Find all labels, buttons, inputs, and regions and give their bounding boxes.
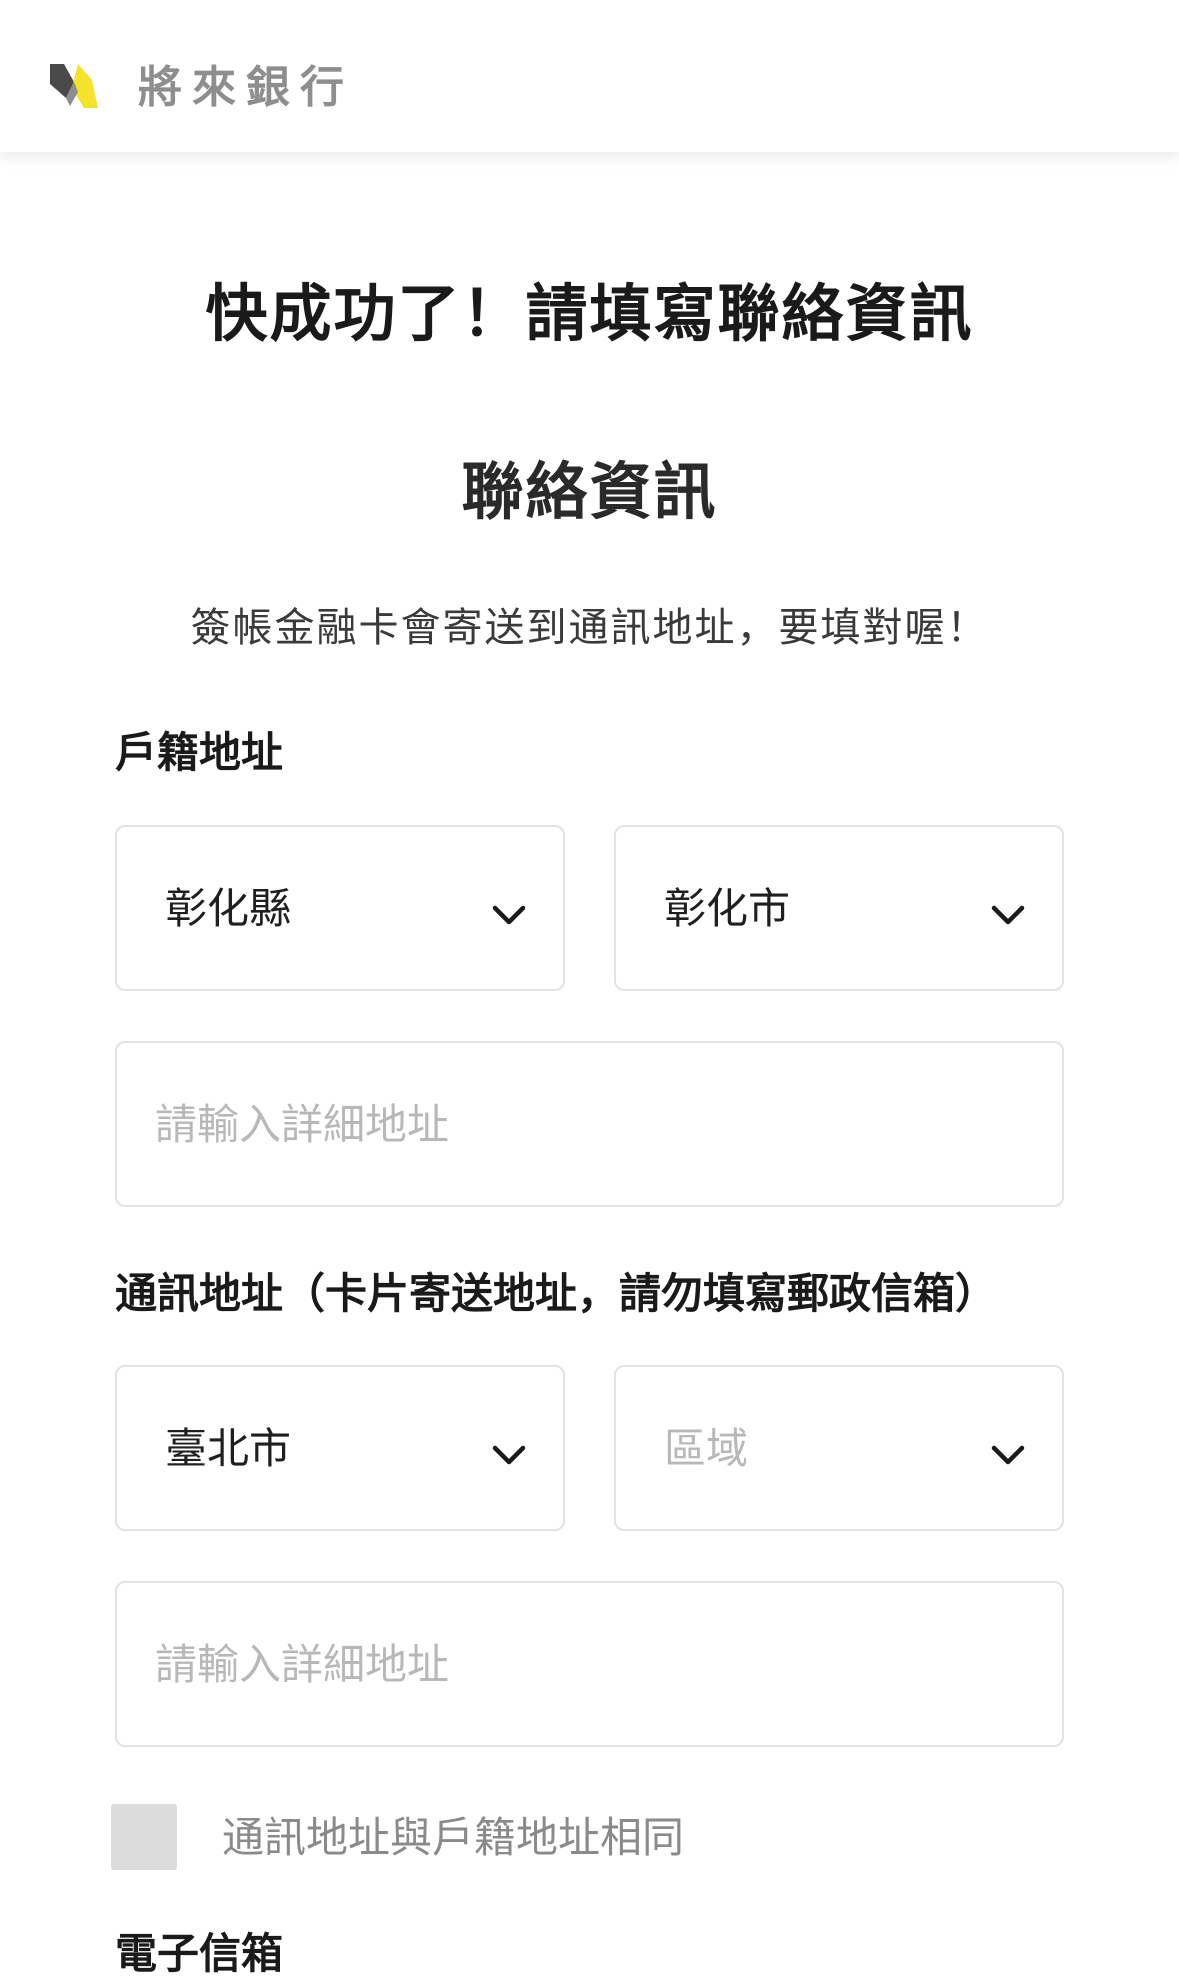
same-address-checkbox-label[interactable]: 通訊地址與戶籍地址相同 xyxy=(222,1808,684,1868)
email-label: 電子信箱 xyxy=(115,1929,284,1978)
bank-logo-icon xyxy=(50,64,98,108)
household-county-value: 彰化縣 xyxy=(165,884,292,933)
mailing-county-value: 臺北市 xyxy=(165,1424,292,1473)
page-subtitle: 簽帳金融卡會寄送到通訊地址，要填對喔！ xyxy=(190,605,989,651)
mailing-district-select[interactable]: 區域 xyxy=(614,1365,1064,1531)
brand-name: 將來銀行 xyxy=(138,62,354,113)
mailing-address-label: 通訊地址（卡片寄送地址，請勿填寫郵政信箱） xyxy=(115,1269,998,1318)
same-address-checkbox[interactable] xyxy=(111,1804,177,1870)
mailing-detail-address-placeholder: 請輸入詳細地址 xyxy=(155,1640,450,1689)
chevron-down-icon xyxy=(991,905,1025,925)
household-county-select[interactable]: 彰化縣 xyxy=(115,825,565,991)
section-title: 聯絡資訊 xyxy=(461,455,718,528)
household-detail-address-placeholder: 請輸入詳細地址 xyxy=(155,1100,450,1149)
mailing-district-placeholder: 區域 xyxy=(664,1424,749,1473)
chevron-down-icon xyxy=(492,1445,526,1465)
household-district-select[interactable]: 彰化市 xyxy=(614,825,1064,991)
household-address-label: 戶籍地址 xyxy=(115,728,284,777)
chevron-down-icon xyxy=(991,1445,1025,1465)
app-header: 將來銀行 xyxy=(0,0,1179,152)
mailing-county-select[interactable]: 臺北市 xyxy=(115,1365,565,1531)
household-detail-address-input[interactable]: 請輸入詳細地址 xyxy=(115,1041,1064,1207)
household-district-value: 彰化市 xyxy=(664,884,791,933)
page-title: 快成功了！請填寫聯絡資訊 xyxy=(205,277,974,350)
mailing-detail-address-input[interactable]: 請輸入詳細地址 xyxy=(115,1581,1064,1747)
chevron-down-icon xyxy=(492,905,526,925)
